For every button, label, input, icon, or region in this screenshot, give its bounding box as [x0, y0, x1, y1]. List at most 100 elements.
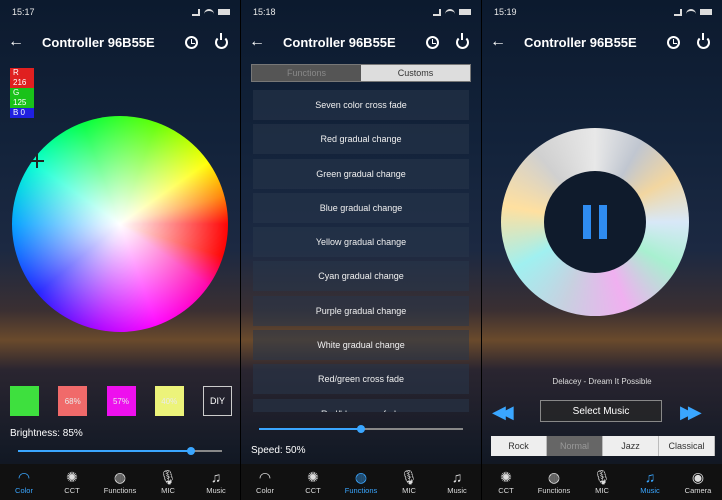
- nav-music[interactable]: ♫ Music: [192, 469, 240, 495]
- sun-icon: ✺: [500, 469, 512, 485]
- battery-icon: [459, 9, 471, 15]
- bottom-nav: ✺ CCT ◍ Functions 🎙 MIC ♫ Music ◉ Camera: [482, 464, 722, 500]
- battery-icon: [700, 9, 712, 15]
- battery-icon: [218, 9, 230, 15]
- back-arrow-icon[interactable]: ←: [249, 33, 275, 51]
- nav-label: Color: [15, 486, 33, 495]
- next-track-icon[interactable]: ▶▶: [680, 402, 702, 423]
- alarm-clock-icon[interactable]: [662, 31, 684, 53]
- nav-cct[interactable]: ✺ CCT: [48, 469, 96, 495]
- mode-item[interactable]: Blue gradual change: [253, 192, 469, 223]
- wifi-icon: [204, 8, 214, 16]
- nav-mic[interactable]: 🎙 MIC: [144, 469, 192, 495]
- sun-icon: ✺: [307, 469, 319, 485]
- pause-icon[interactable]: [583, 205, 607, 239]
- tab-customs[interactable]: Customs: [361, 65, 470, 81]
- status-bar: 15:18: [241, 0, 481, 24]
- nav-mic[interactable]: 🎙 MIC: [578, 469, 626, 495]
- mode-item[interactable]: White gradual change: [253, 330, 469, 361]
- nav-label: MIC: [595, 486, 609, 495]
- status-icons: [433, 8, 471, 16]
- diy-button[interactable]: DIY: [203, 386, 232, 416]
- nav-camera[interactable]: ◉ Camera: [674, 469, 722, 495]
- nav-functions[interactable]: ◍ Functions: [530, 469, 578, 495]
- alarm-clock-icon[interactable]: [180, 31, 202, 53]
- functions-icon: ◍: [354, 469, 368, 485]
- status-time: 15:17: [12, 7, 35, 17]
- disc-center: [544, 171, 646, 273]
- microphone-icon: 🎙: [593, 469, 611, 485]
- back-arrow-icon[interactable]: ←: [490, 33, 516, 51]
- nav-mic[interactable]: 🎙 MIC: [385, 469, 433, 495]
- genre-classical[interactable]: Classical: [659, 436, 715, 456]
- nav-cct[interactable]: ✺ CCT: [289, 469, 337, 495]
- rainbow-icon: ◠: [17, 469, 31, 485]
- functions-icon: ◍: [113, 469, 127, 485]
- nav-label: Color: [256, 486, 274, 495]
- nav-label: Camera: [684, 486, 712, 495]
- select-music-button[interactable]: Select Music: [540, 400, 662, 422]
- mode-item[interactable]: Red/blue cross fade: [253, 398, 469, 412]
- swatch-2[interactable]: 68%: [58, 386, 88, 416]
- color-picker-crosshair[interactable]: [30, 154, 44, 168]
- power-icon[interactable]: [451, 31, 473, 53]
- back-arrow-icon[interactable]: ←: [8, 33, 34, 51]
- mode-item[interactable]: Seven color cross fade: [253, 90, 469, 120]
- speed-label: Speed: 50%: [251, 445, 306, 456]
- nav-music[interactable]: ♫ Music: [433, 469, 481, 495]
- nav-cct[interactable]: ✺ CCT: [482, 469, 530, 495]
- genre-normal[interactable]: Normal: [547, 436, 603, 456]
- mode-item[interactable]: Red/green cross fade: [253, 364, 469, 395]
- brightness-slider[interactable]: [18, 447, 222, 455]
- signal-icon: [674, 8, 682, 16]
- nav-functions[interactable]: ◍ Functions: [337, 469, 385, 495]
- power-icon[interactable]: [210, 31, 232, 53]
- music-note-icon: ♫: [644, 469, 656, 485]
- nav-functions[interactable]: ◍ Functions: [96, 469, 144, 495]
- mode-item[interactable]: Yellow gradual change: [253, 227, 469, 258]
- microphone-icon: 🎙: [159, 469, 177, 485]
- mode-list: Seven color cross fade Red gradual chang…: [253, 90, 469, 412]
- nav-label: Functions: [344, 486, 378, 495]
- wifi-icon: [445, 8, 455, 16]
- swatch-4[interactable]: 40%: [154, 386, 184, 416]
- color-swatches: 68% 57% 40% DIY: [10, 386, 232, 416]
- signal-icon: [192, 8, 200, 16]
- status-bar: 15:19: [482, 0, 722, 24]
- brightness-fill: [18, 450, 192, 452]
- wifi-icon: [686, 8, 696, 16]
- music-screen: 15:19 ← Controller 96B55E Delacey - Drea…: [482, 0, 722, 500]
- tab-functions[interactable]: Functions: [252, 65, 361, 81]
- alarm-clock-icon[interactable]: [421, 31, 443, 53]
- power-icon[interactable]: [692, 31, 714, 53]
- nav-label: CCT: [498, 486, 514, 495]
- mode-item[interactable]: Purple gradual change: [253, 295, 469, 326]
- nav-label: Functions: [537, 486, 571, 495]
- app-bar: ← Controller 96B55E: [482, 24, 722, 60]
- mode-item[interactable]: Cyan gradual change: [253, 261, 469, 292]
- swatch-3[interactable]: 57%: [106, 386, 136, 416]
- brightness-thumb[interactable]: [187, 447, 196, 455]
- genre-rock[interactable]: Rock: [491, 436, 547, 456]
- mode-item[interactable]: Red gradual change: [253, 124, 469, 155]
- nav-label: Music: [206, 486, 226, 495]
- mode-item[interactable]: Green gradual change: [253, 158, 469, 189]
- nav-color[interactable]: ◠ Color: [241, 469, 289, 495]
- music-note-icon: ♫: [210, 469, 222, 485]
- green-value: G 125: [10, 88, 34, 108]
- microphone-icon: 🎙: [400, 469, 418, 485]
- nav-label: Functions: [103, 486, 137, 495]
- speed-slider[interactable]: [259, 425, 463, 433]
- nav-music[interactable]: ♫ Music: [626, 469, 674, 495]
- status-time: 15:19: [494, 7, 517, 17]
- nav-color[interactable]: ◠ Color: [0, 469, 48, 495]
- color-wheel[interactable]: [12, 116, 228, 332]
- color-screen: 15:17 ← Controller 96B55E R 216 G 125 B …: [0, 0, 240, 500]
- brightness-label: Brightness: 85%: [10, 428, 83, 439]
- genre-jazz[interactable]: Jazz: [603, 436, 659, 456]
- nav-label: CCT: [305, 486, 321, 495]
- previous-track-icon[interactable]: ◀◀: [492, 402, 514, 423]
- swatch-1[interactable]: [10, 386, 39, 416]
- status-icons: [674, 8, 712, 16]
- speed-thumb[interactable]: [357, 425, 365, 433]
